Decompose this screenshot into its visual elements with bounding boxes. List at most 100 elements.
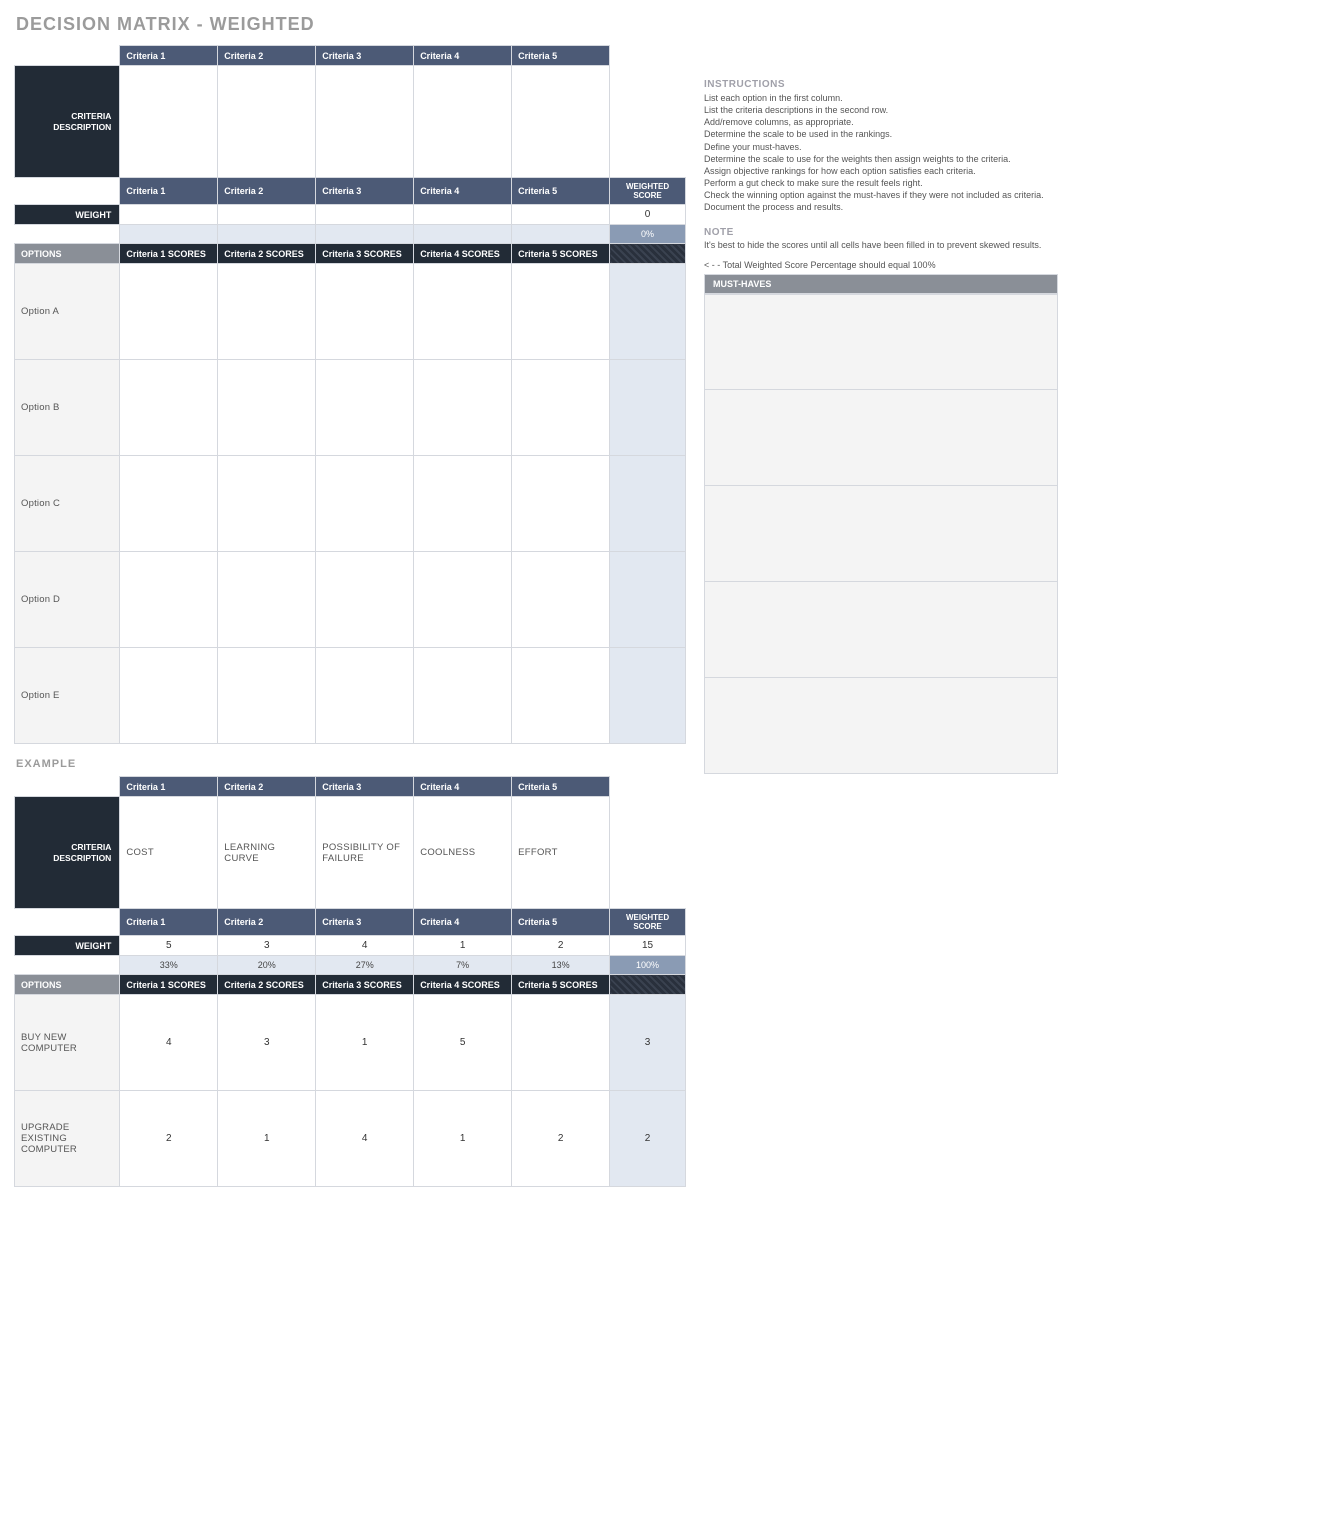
matrix-main: Criteria 1 Criteria 2 Criteria 3 Criteri…	[14, 45, 686, 1187]
criteria-header: Criteria 2	[218, 909, 316, 936]
must-haves-cell[interactable]	[704, 294, 1058, 390]
option-name[interactable]: Option E	[15, 648, 120, 744]
option-score-cell[interactable]	[218, 264, 316, 360]
criteria-header-3b: Criteria 3	[316, 178, 414, 205]
must-haves-cell[interactable]	[704, 582, 1058, 678]
criteria-header: Criteria 3	[316, 777, 414, 797]
scores-header: Criteria 5 SCORES	[512, 975, 610, 995]
option-weighted-score: 2	[610, 1091, 686, 1187]
weight-pct-cell: 7%	[414, 956, 512, 975]
option-score-cell[interactable]	[120, 264, 218, 360]
page-title: DECISION MATRIX - WEIGHTED	[16, 14, 1315, 35]
weight-cell[interactable]	[218, 205, 316, 225]
option-score-cell[interactable]	[414, 360, 512, 456]
criteria-description-label: CRITERIA DESCRIPTION	[15, 797, 120, 909]
weighted-score-hatch	[610, 244, 686, 264]
criteria-description-cell[interactable]	[120, 66, 218, 178]
weighted-score-header: WEIGHTED SCORE	[610, 178, 686, 205]
weight-pct-cell: 20%	[218, 956, 316, 975]
option-score-cell[interactable]	[316, 264, 414, 360]
must-haves-cell[interactable]	[704, 678, 1058, 774]
scores-header: Criteria 2 SCORES	[218, 244, 316, 264]
option-score-cell[interactable]	[316, 552, 414, 648]
option-score-cell[interactable]	[512, 648, 610, 744]
weight-pct-cell	[414, 225, 512, 244]
option-weighted-score	[610, 264, 686, 360]
note-heading: NOTE	[704, 227, 1058, 238]
scores-header: Criteria 1 SCORES	[120, 244, 218, 264]
option-score-cell[interactable]	[512, 456, 610, 552]
weight-cell[interactable]	[120, 205, 218, 225]
option-name[interactable]: Option C	[15, 456, 120, 552]
weighted-score-hatch	[610, 975, 686, 995]
weight-cell: 3	[218, 936, 316, 956]
option-score-cell[interactable]	[316, 648, 414, 744]
option-score-cell[interactable]	[218, 360, 316, 456]
option-score-cell[interactable]	[414, 456, 512, 552]
weighted-score-total: 0	[610, 205, 686, 225]
weight-pct-total: 0%	[610, 225, 686, 244]
weight-cell[interactable]	[512, 205, 610, 225]
weight-pct-cell	[218, 225, 316, 244]
criteria-description-label: CRITERIA DESCRIPTION	[15, 66, 120, 178]
option-name[interactable]: Option A	[15, 264, 120, 360]
options-header: OPTIONS	[15, 244, 120, 264]
weight-pct-cell: 33%	[120, 956, 218, 975]
option-score-cell	[512, 995, 610, 1091]
option-score-cell: 5	[414, 995, 512, 1091]
criteria-description-cell: LEARNING CURVE	[218, 797, 316, 909]
option-score-cell[interactable]	[414, 264, 512, 360]
weighted-score-total: 15	[610, 936, 686, 956]
option-weighted-score	[610, 456, 686, 552]
weight-cell[interactable]	[316, 205, 414, 225]
criteria-header-1: Criteria 1	[120, 46, 218, 66]
option-score-cell[interactable]	[512, 552, 610, 648]
option-score-cell: 1	[316, 995, 414, 1091]
option-score-cell[interactable]	[414, 552, 512, 648]
must-haves-cell[interactable]	[704, 390, 1058, 486]
option-weighted-score: 3	[610, 995, 686, 1091]
option-weighted-score	[610, 648, 686, 744]
scores-header: Criteria 3 SCORES	[316, 975, 414, 995]
option-score-cell[interactable]	[316, 360, 414, 456]
weight-cell[interactable]	[414, 205, 512, 225]
option-score-cell[interactable]	[512, 264, 610, 360]
option-name: UPGRADE EXISTING COMPUTER	[15, 1091, 120, 1187]
option-score-cell[interactable]	[120, 360, 218, 456]
option-score-cell[interactable]	[218, 552, 316, 648]
criteria-description-cell[interactable]	[512, 66, 610, 178]
scores-header: Criteria 4 SCORES	[414, 244, 512, 264]
criteria-header-1b: Criteria 1	[120, 178, 218, 205]
criteria-header-2: Criteria 2	[218, 46, 316, 66]
criteria-description-cell[interactable]	[316, 66, 414, 178]
criteria-header: Criteria 2	[218, 777, 316, 797]
option-name[interactable]: Option D	[15, 552, 120, 648]
criteria-description-cell[interactable]	[414, 66, 512, 178]
criteria-description-cell[interactable]	[218, 66, 316, 178]
weight-cell: 2	[512, 936, 610, 956]
option-score-cell[interactable]	[218, 648, 316, 744]
weight-cell: 4	[316, 936, 414, 956]
option-name[interactable]: Option B	[15, 360, 120, 456]
option-score-cell: 1	[218, 1091, 316, 1187]
criteria-description-cell: COOLNESS	[414, 797, 512, 909]
weight-pct-total: 100%	[610, 956, 686, 975]
option-score-cell[interactable]	[512, 360, 610, 456]
option-score-cell[interactable]	[120, 456, 218, 552]
must-haves-cell[interactable]	[704, 486, 1058, 582]
criteria-header: Criteria 4	[414, 909, 512, 936]
must-haves-header: MUST-HAVES	[704, 274, 1058, 294]
option-score-cell[interactable]	[316, 456, 414, 552]
option-score-cell[interactable]	[218, 456, 316, 552]
criteria-header: Criteria 5	[512, 777, 610, 797]
criteria-description-cell: EFFORT	[512, 797, 610, 909]
criteria-description-cell: COST	[120, 797, 218, 909]
weight-pct-cell: 13%	[512, 956, 610, 975]
option-score-cell[interactable]	[120, 648, 218, 744]
option-weighted-score	[610, 360, 686, 456]
option-score-cell[interactable]	[414, 648, 512, 744]
option-score-cell[interactable]	[120, 552, 218, 648]
criteria-header: Criteria 5	[512, 909, 610, 936]
weight-pct-cell	[512, 225, 610, 244]
criteria-header-5b: Criteria 5	[512, 178, 610, 205]
